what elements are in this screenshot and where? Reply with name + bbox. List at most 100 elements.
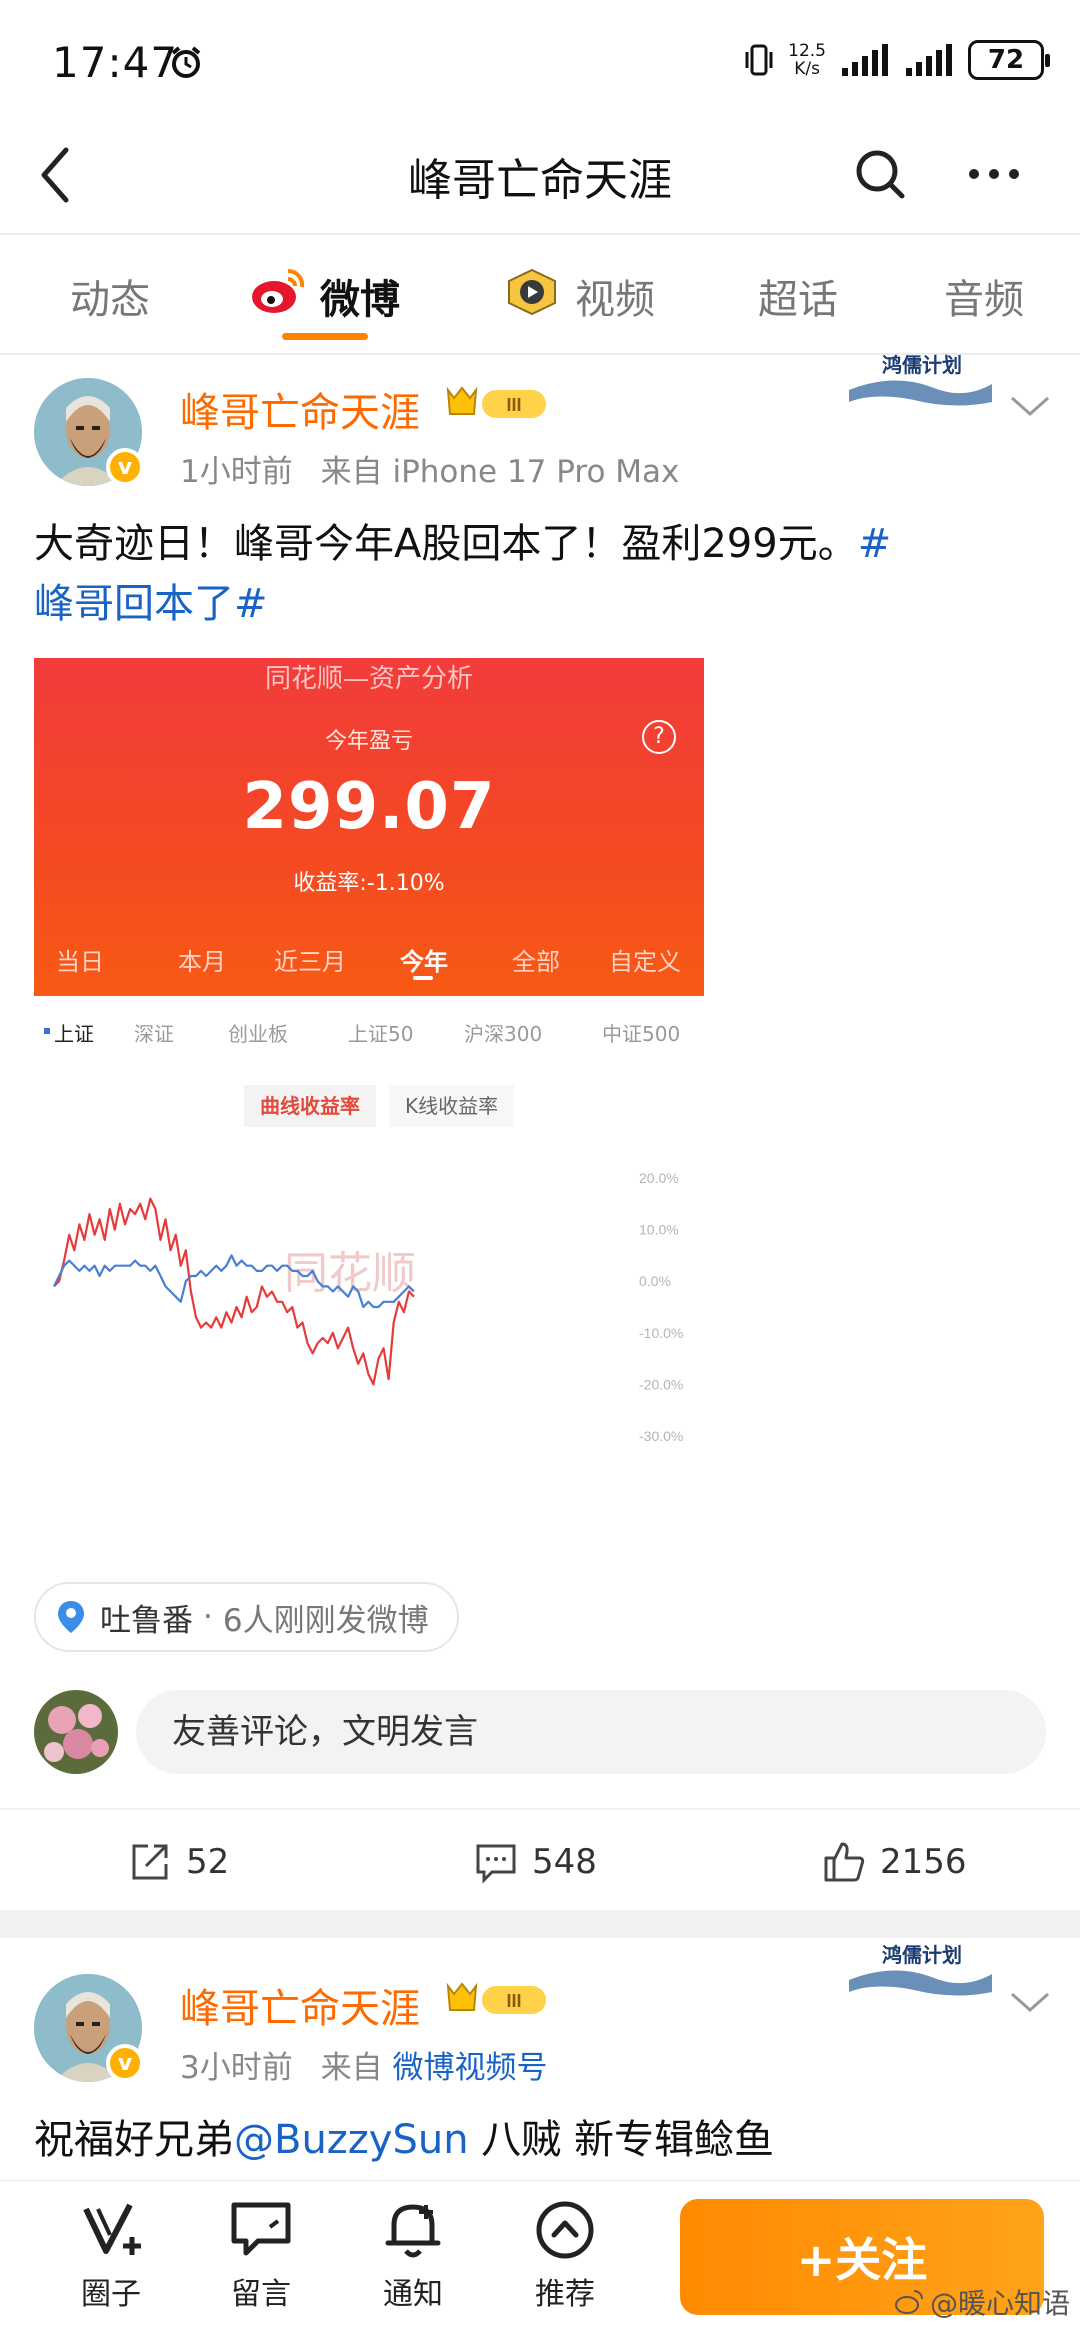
flower-avatar-image bbox=[34, 1690, 118, 1774]
member-level-badge-icon-2: III bbox=[446, 1982, 546, 2014]
video-logo-icon bbox=[508, 268, 556, 316]
location-extra: 6人刚刚发微博 bbox=[222, 1602, 429, 1639]
help-icon: ? bbox=[642, 720, 676, 754]
post-meta: 1小时前 来自 iPhone 17 Pro Max bbox=[180, 446, 679, 491]
return-rate: 收益率:-1.10% bbox=[293, 871, 445, 896]
top-nav-bar: 峰哥亡命天涯 bbox=[0, 120, 1080, 235]
status-icons: 12.5 K/s 72 bbox=[744, 38, 1050, 82]
post-text-2: 祝福好兄弟@BuzzySun 八贼 新专辑鲶鱼 bbox=[34, 2110, 1054, 2170]
like-button[interactable]: 2156 bbox=[822, 1840, 967, 1884]
index-sh: 上证 bbox=[54, 1022, 94, 1046]
share-button[interactable]: 52 bbox=[128, 1840, 229, 1884]
y-tick-label: -30.0% bbox=[639, 1428, 683, 1444]
post-image[interactable]: 同花顺—资产分析 今年盈亏 ? 299.07 收益率:-1.10% 当日 本月 … bbox=[34, 658, 704, 1548]
circle-button[interactable]: 圈子 bbox=[56, 2195, 166, 2313]
range-tab-year: 今年 bbox=[400, 948, 448, 976]
location-name: 吐鲁番 bbox=[100, 1602, 193, 1639]
my-avatar[interactable] bbox=[34, 1690, 118, 1774]
tab-weibo[interactable]: 微博 bbox=[320, 267, 400, 325]
message-bubble-icon bbox=[231, 2202, 291, 2256]
app-header-text: 同花顺—资产分析 bbox=[264, 664, 473, 694]
hongru-plan-badge-icon-2: 鸿儒计划 bbox=[849, 1943, 992, 1996]
search-icon[interactable] bbox=[852, 146, 908, 202]
range-tab-3month: 近三月 bbox=[274, 948, 346, 976]
level-text-2: III bbox=[506, 1991, 521, 2011]
return-chart: 同花顺 20.0%10.0%0.0%-10.0%-20.0%-30.0% bbox=[53, 1170, 683, 1444]
signal-icon-2 bbox=[906, 44, 952, 76]
circle-label: 圈子 bbox=[81, 2277, 141, 2312]
post-source: iPhone 17 Pro Max bbox=[392, 454, 680, 490]
y-tick-label: 10.0% bbox=[639, 1222, 679, 1238]
tab-video[interactable]: 视频 bbox=[575, 267, 655, 325]
range-tab-all: 全部 bbox=[512, 948, 560, 976]
post-actions: 52 548 2156 bbox=[0, 1808, 1080, 1908]
topic-link[interactable]: 峰哥回本了# bbox=[34, 581, 268, 627]
post-author-name-2[interactable]: 峰哥亡命天涯 bbox=[180, 1976, 420, 2034]
comment-button[interactable]: 548 bbox=[474, 1840, 597, 1884]
post2-text-prefix: 祝福好兄弟 bbox=[34, 2117, 234, 2163]
profit-header-panel: 同花顺—资产分析 今年盈亏 ? 299.07 收益率:-1.10% 当日 本月 … bbox=[34, 658, 704, 996]
range-tab-day: 当日 bbox=[56, 948, 104, 976]
recommend-button[interactable]: 推荐 bbox=[510, 2195, 620, 2313]
message-label: 留言 bbox=[231, 2277, 291, 2312]
share-count: 52 bbox=[186, 1842, 230, 1882]
weibo-watermark-icon bbox=[894, 2290, 923, 2314]
location-chip[interactable]: 吐鲁番 · 6人刚刚发微博 bbox=[34, 1582, 459, 1652]
notify-label: 通知 bbox=[383, 2277, 443, 2312]
comment-input[interactable]: 友善评论，文明发言 bbox=[136, 1690, 1046, 1774]
post-source-2[interactable]: 微博视频号 bbox=[392, 2050, 547, 2086]
post-separator bbox=[0, 1910, 1080, 1938]
member-level-badge-icon: III bbox=[446, 386, 546, 418]
index-sz: 深证 bbox=[134, 1022, 174, 1046]
verified-badge-icon-2: v bbox=[106, 2044, 144, 2082]
tab-dongtai[interactable]: 动态 bbox=[70, 267, 150, 325]
source-prefix: 来自 bbox=[320, 454, 383, 490]
y-tick-label: -20.0% bbox=[639, 1376, 683, 1392]
range-tab-month: 本月 bbox=[178, 948, 226, 976]
chevron-down-icon[interactable] bbox=[1008, 392, 1052, 420]
signal-icon bbox=[842, 44, 888, 76]
hongru-plan-badge-icon: 鸿儒计划 bbox=[849, 353, 992, 406]
post-text: 大奇迹日！峰哥今年A股回本了！盈利299元。# 峰哥回本了# bbox=[34, 514, 1054, 634]
net-speed: 12.5 K/s bbox=[788, 42, 826, 78]
tab-audio[interactable]: 音频 bbox=[944, 267, 1024, 325]
hongru-text-2: 鸿儒计划 bbox=[882, 1943, 962, 1967]
comment-icon bbox=[476, 1844, 516, 1884]
status-bar: 17:47 12.5 K/s 72 bbox=[0, 0, 1080, 120]
mention-link[interactable]: @BuzzySun bbox=[234, 2117, 469, 2163]
battery-indicator: 72 bbox=[968, 40, 1050, 80]
page-title: 峰哥亡命天涯 bbox=[408, 155, 672, 206]
comment-count: 548 bbox=[532, 1842, 597, 1882]
notify-button[interactable]: 通知 bbox=[358, 2195, 468, 2313]
y-tick-label: -10.0% bbox=[639, 1325, 683, 1341]
share-icon bbox=[132, 1844, 168, 1880]
post-time: 1小时前 bbox=[180, 454, 293, 490]
post-text-main: 大奇迹日！峰哥今年A股回本了！盈利299元。 bbox=[34, 521, 858, 567]
index-hs300: 沪深300 bbox=[464, 1022, 543, 1046]
vibrate-icon bbox=[745, 44, 773, 76]
index-cyb: 创业板 bbox=[228, 1022, 288, 1046]
weibo-logo-icon bbox=[252, 268, 305, 313]
more-options-icon[interactable] bbox=[964, 146, 1024, 202]
tab-chaohua[interactable]: 超话 bbox=[758, 267, 838, 325]
hongru-text: 鸿儒计划 bbox=[882, 353, 962, 377]
post2-text-suffix: 八贼 新专辑鲶鱼 bbox=[468, 2117, 774, 2163]
index-dot-icon bbox=[44, 1028, 50, 1034]
source-watermark: @暖心知语 bbox=[894, 2282, 1070, 2322]
bell-plus-icon bbox=[385, 2204, 441, 2258]
range-underline bbox=[413, 976, 433, 980]
profit-amount: 299.07 bbox=[242, 770, 496, 844]
location-pin-icon bbox=[58, 1601, 84, 1633]
topic-hash[interactable]: # bbox=[858, 521, 892, 567]
post-time-2: 3小时前 bbox=[180, 2050, 293, 2086]
level-text: III bbox=[506, 395, 521, 415]
like-count: 2156 bbox=[880, 1842, 967, 1882]
location-sep: · bbox=[203, 1599, 213, 1635]
index-zz500: 中证500 bbox=[602, 1022, 681, 1046]
message-button[interactable]: 留言 bbox=[206, 2195, 316, 2313]
circle-v-icon bbox=[83, 2203, 141, 2255]
chevron-down-icon-2[interactable] bbox=[1008, 1988, 1052, 2016]
profile-tabs: 动态 微博 视频 超话 音频 bbox=[0, 237, 1080, 355]
post-author-name[interactable]: 峰哥亡命天涯 bbox=[180, 380, 420, 438]
alarm-icon bbox=[171, 46, 201, 78]
